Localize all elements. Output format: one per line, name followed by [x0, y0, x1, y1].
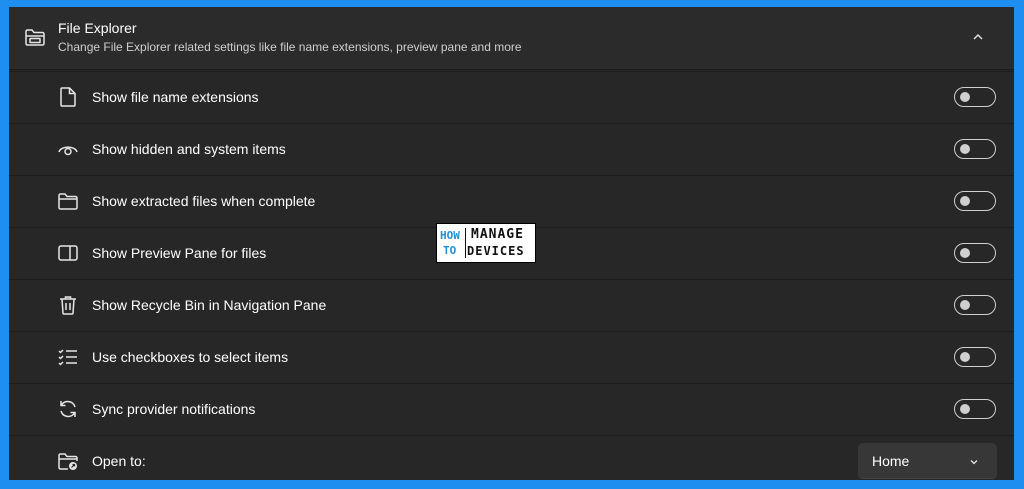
- toggle-knob: [960, 248, 970, 258]
- document-icon: [56, 85, 80, 109]
- file-explorer-icon: [23, 25, 47, 49]
- logo-divider: [465, 228, 466, 258]
- logo-devices: DEVICES: [467, 244, 525, 258]
- toggle-knob: [960, 144, 970, 154]
- setting-row-open-to: Open to: Home: [9, 435, 1014, 480]
- setting-label: Show Recycle Bin in Navigation Pane: [92, 297, 327, 313]
- setting-label: Show extracted files when complete: [92, 193, 316, 209]
- toggle-switch[interactable]: [954, 295, 996, 315]
- setting-label: Use checkboxes to select items: [92, 349, 289, 365]
- how-to-manage-devices-logo: HOW TO MANAGE DEVICES: [436, 223, 536, 263]
- open-to-label: Open to:: [92, 453, 146, 469]
- checklist-icon: [56, 345, 80, 369]
- logo-to: TO: [443, 244, 457, 257]
- chevron-up-icon[interactable]: [969, 28, 987, 46]
- section-subtitle: Change File Explorer related settings li…: [58, 40, 522, 54]
- toggle-switch[interactable]: [954, 191, 996, 211]
- eye-icon: [56, 137, 80, 161]
- logo-how: HOW: [440, 229, 460, 242]
- folder-open-icon: [56, 449, 80, 473]
- preview-pane-icon: [56, 241, 80, 265]
- setting-label: Sync provider notifications: [92, 401, 256, 417]
- open-to-selected-value: Home: [872, 453, 910, 469]
- toggle-knob: [960, 196, 970, 206]
- setting-row-sync-notifications: Sync provider notifications: [9, 383, 1014, 434]
- toggle-switch[interactable]: [954, 399, 996, 419]
- toggle-knob: [960, 92, 970, 102]
- setting-row-extracted-files: Show extracted files when complete: [9, 175, 1014, 226]
- setting-label: Show Preview Pane for files: [92, 245, 267, 261]
- setting-label: Show hidden and system items: [92, 141, 286, 157]
- toggle-knob: [960, 404, 970, 414]
- trash-icon: [56, 293, 80, 317]
- setting-row-recycle-bin: Show Recycle Bin in Navigation Pane: [9, 279, 1014, 330]
- setting-label: Show file name extensions: [92, 89, 259, 105]
- toggle-switch[interactable]: [954, 139, 996, 159]
- file-explorer-settings-panel: File Explorer Change File Explorer relat…: [9, 7, 1014, 480]
- section-title: File Explorer: [58, 20, 137, 36]
- toggle-switch[interactable]: [954, 87, 996, 107]
- toggle-switch[interactable]: [954, 347, 996, 367]
- folder-icon: [56, 189, 80, 213]
- sync-icon: [56, 397, 80, 421]
- toggle-switch[interactable]: [954, 243, 996, 263]
- toggle-knob: [960, 300, 970, 310]
- toggle-knob: [960, 352, 970, 362]
- logo-manage: MANAGE: [471, 227, 524, 242]
- setting-row-checkboxes: Use checkboxes to select items: [9, 331, 1014, 382]
- setting-row-hidden-items: Show hidden and system items: [9, 123, 1014, 174]
- file-explorer-header[interactable]: File Explorer Change File Explorer relat…: [9, 7, 1014, 70]
- open-to-dropdown[interactable]: Home: [858, 443, 997, 479]
- chevron-down-icon: [968, 456, 980, 468]
- setting-row-file-name-extensions: Show file name extensions: [9, 71, 1014, 122]
